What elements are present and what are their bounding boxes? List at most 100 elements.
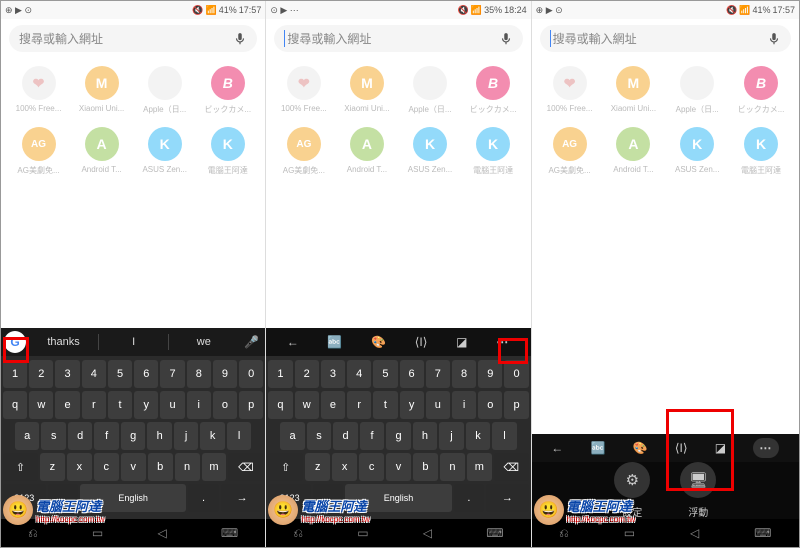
- period-key[interactable]: .: [454, 484, 484, 512]
- key[interactable]: 8: [452, 360, 476, 388]
- backspace-key[interactable]: ⌫: [494, 453, 529, 481]
- suggestion[interactable]: I: [99, 336, 168, 348]
- key[interactable]: d: [68, 422, 92, 450]
- nav-back[interactable]: ◁: [157, 526, 166, 540]
- key[interactable]: i: [187, 391, 211, 419]
- key[interactable]: 4: [82, 360, 106, 388]
- key[interactable]: 9: [478, 360, 502, 388]
- bookmark-item[interactable]: K電腦王阿達: [199, 127, 257, 176]
- key[interactable]: f: [360, 422, 384, 450]
- toolbar-translate-icon[interactable]: 🔤: [327, 335, 342, 349]
- bookmark-item[interactable]: K電腦王阿達: [732, 127, 790, 176]
- bookmark-item[interactable]: Bビックカメ...: [199, 66, 257, 115]
- bookmark-item[interactable]: AAndroid T...: [338, 127, 396, 176]
- key[interactable]: u: [160, 391, 184, 419]
- key[interactable]: o: [478, 391, 502, 419]
- key[interactable]: n: [175, 453, 200, 481]
- bookmark-item[interactable]: AAndroid T...: [604, 127, 662, 176]
- search-input[interactable]: 搜尋或輸入網址: [274, 25, 522, 52]
- key[interactable]: j: [439, 422, 463, 450]
- key[interactable]: 5: [373, 360, 397, 388]
- key[interactable]: h: [413, 422, 437, 450]
- key[interactable]: 7: [426, 360, 450, 388]
- key[interactable]: x: [332, 453, 357, 481]
- nav-home[interactable]: ▭: [92, 526, 103, 540]
- toolbar-theme-icon[interactable]: 🎨: [633, 441, 648, 455]
- key[interactable]: m: [467, 453, 492, 481]
- nav-recent[interactable]: ⎌: [293, 526, 303, 541]
- key[interactable]: 3: [321, 360, 345, 388]
- key[interactable]: 6: [400, 360, 424, 388]
- key[interactable]: i: [452, 391, 476, 419]
- key[interactable]: k: [200, 422, 224, 450]
- bookmark-item[interactable]: Bビックカメ...: [732, 66, 790, 115]
- key[interactable]: z: [305, 453, 330, 481]
- key[interactable]: t: [373, 391, 397, 419]
- key[interactable]: 4: [347, 360, 371, 388]
- nav-back[interactable]: ◁: [690, 526, 699, 540]
- nav-keyboard-icon[interactable]: ⌨: [221, 526, 238, 540]
- period-key[interactable]: .: [188, 484, 218, 512]
- nav-home[interactable]: ▭: [624, 526, 635, 540]
- key[interactable]: 8: [187, 360, 211, 388]
- key[interactable]: y: [400, 391, 424, 419]
- key[interactable]: g: [121, 422, 145, 450]
- toolbar-back-icon[interactable]: ←: [551, 441, 563, 455]
- key[interactable]: p: [504, 391, 528, 419]
- toolbar-translate-icon[interactable]: 🔤: [590, 441, 605, 455]
- mic-icon[interactable]: [499, 32, 513, 46]
- bookmark-item[interactable]: AGAG美劇免...: [541, 127, 599, 176]
- search-input[interactable]: 搜尋或輸入網址: [540, 25, 791, 52]
- key[interactable]: w: [29, 391, 53, 419]
- shift-key[interactable]: ⇧: [268, 453, 303, 481]
- nav-recent[interactable]: ⎌: [559, 526, 569, 541]
- key[interactable]: e: [321, 391, 345, 419]
- key[interactable]: 5: [108, 360, 132, 388]
- shift-key[interactable]: ⇧: [3, 453, 38, 481]
- key[interactable]: s: [307, 422, 331, 450]
- key[interactable]: o: [213, 391, 237, 419]
- key[interactable]: 2: [295, 360, 319, 388]
- bookmark-item[interactable]: MXiaomi Uni...: [338, 66, 396, 115]
- nav-home[interactable]: ▭: [357, 526, 368, 540]
- bookmark-item[interactable]: Apple（日...: [136, 66, 194, 115]
- key[interactable]: q: [268, 391, 292, 419]
- key[interactable]: u: [426, 391, 450, 419]
- bookmark-item[interactable]: MXiaomi Uni...: [604, 66, 662, 115]
- google-icon[interactable]: G: [4, 331, 26, 353]
- key[interactable]: 2: [29, 360, 53, 388]
- toolbar-theme-icon[interactable]: 🎨: [371, 335, 386, 349]
- toolbar-more-icon[interactable]: ⋯: [753, 438, 779, 458]
- bookmark-item[interactable]: KASUS Zen...: [136, 127, 194, 176]
- key[interactable]: 3: [55, 360, 79, 388]
- key[interactable]: e: [55, 391, 79, 419]
- toolbar-back-icon[interactable]: ←: [287, 335, 299, 349]
- key[interactable]: 0: [239, 360, 263, 388]
- key[interactable]: r: [82, 391, 106, 419]
- bookmark-item[interactable]: AGAG美劇免...: [275, 127, 333, 176]
- toolbar-sticker-icon[interactable]: ◪: [456, 335, 467, 349]
- key[interactable]: t: [108, 391, 132, 419]
- key[interactable]: n: [440, 453, 465, 481]
- bookmark-item[interactable]: ❤100% Free...: [10, 66, 68, 115]
- key[interactable]: j: [174, 422, 198, 450]
- key[interactable]: d: [333, 422, 357, 450]
- key[interactable]: s: [41, 422, 65, 450]
- key[interactable]: a: [280, 422, 304, 450]
- suggestion[interactable]: we: [169, 336, 238, 348]
- keyboard-mic-icon[interactable]: 🎤: [238, 335, 265, 349]
- key[interactable]: v: [121, 453, 146, 481]
- bookmark-item[interactable]: MXiaomi Uni...: [73, 66, 131, 115]
- bookmark-item[interactable]: ❤100% Free...: [275, 66, 333, 115]
- bookmark-item[interactable]: K電腦王阿達: [464, 127, 522, 176]
- enter-key[interactable]: →: [221, 484, 264, 512]
- bookmark-item[interactable]: Apple（日...: [668, 66, 726, 115]
- toolbar-sticker-icon[interactable]: ◪: [715, 441, 726, 455]
- key[interactable]: z: [40, 453, 65, 481]
- key[interactable]: b: [148, 453, 173, 481]
- mic-icon[interactable]: [233, 32, 247, 46]
- backspace-key[interactable]: ⌫: [228, 453, 263, 481]
- bookmark-item[interactable]: AAndroid T...: [73, 127, 131, 176]
- key[interactable]: 7: [160, 360, 184, 388]
- key[interactable]: v: [386, 453, 411, 481]
